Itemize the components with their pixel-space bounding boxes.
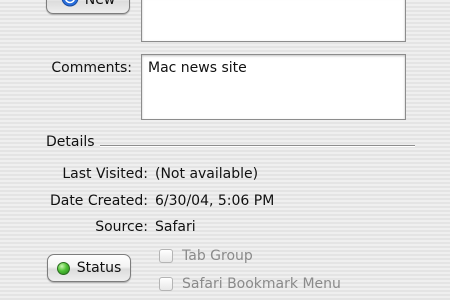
tab-group-checkbox[interactable] [159,249,173,263]
comments-label: Comments: [51,60,132,76]
status-button[interactable]: Status [47,254,131,282]
tab-group-checkbox-row[interactable]: Tab Group [159,248,253,264]
details-divider [100,145,415,147]
date-created-value: 6/30/04, 5:06 PM [155,193,275,209]
last-visited-label: Last Visited: [62,166,148,182]
status-indicator-icon [56,261,70,275]
description-textarea[interactable] [141,0,406,42]
new-button[interactable]: New [46,0,130,14]
date-created-label: Date Created: [49,193,148,209]
new-button-label: New [84,0,116,8]
safari-bookmark-menu-label: Safari Bookmark Menu [182,276,341,292]
source-label: Source: [95,219,148,235]
details-heading: Details [46,134,95,150]
last-visited-value: (Not available) [155,166,259,182]
safari-bookmark-menu-checkbox[interactable] [159,277,173,291]
comments-value: Mac news site [148,60,247,76]
safari-bookmark-menu-checkbox-row[interactable]: Safari Bookmark Menu [159,276,341,292]
tab-group-label: Tab Group [182,248,253,264]
globe-icon [61,0,79,11]
source-value: Safari [155,219,196,235]
status-button-label: Status [76,260,122,276]
comments-textarea[interactable]: Mac news site [141,54,406,120]
